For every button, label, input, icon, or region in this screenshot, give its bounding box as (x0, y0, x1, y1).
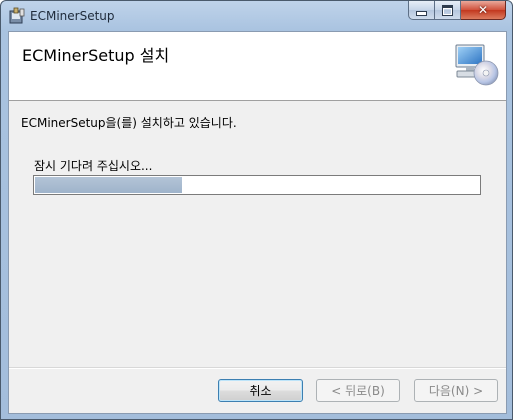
installer-app-icon (9, 7, 25, 24)
computer-cd-icon (455, 44, 499, 86)
close-button[interactable]: ✕ (461, 1, 506, 20)
install-progress-bar (33, 175, 481, 195)
footer-divider (9, 367, 506, 369)
minimize-button[interactable] (408, 1, 435, 20)
page-title: ECMinerSetup 설치 (22, 46, 170, 65)
caption-buttons: ✕ (408, 1, 506, 21)
wait-message: 잠시 기다려 주십시오... (34, 159, 153, 173)
window-title: ECMinerSetup (30, 9, 115, 23)
next-button[interactable]: 다음(N) > (414, 379, 498, 402)
progress-fill (35, 177, 182, 193)
title-bar[interactable]: ECMinerSetup ✕ (1, 1, 512, 31)
installer-window: ECMinerSetup ✕ ECMinerSetup 설치 ECMinerSe… (0, 0, 513, 420)
dialog-header: ECMinerSetup 설치 (9, 32, 506, 101)
maximize-icon (442, 4, 453, 16)
cancel-button[interactable]: 취소 (218, 379, 303, 402)
install-status-text: ECMinerSetup을(를) 설치하고 있습니다. (21, 116, 237, 130)
maximize-button[interactable] (435, 1, 461, 20)
close-icon: ✕ (477, 3, 489, 17)
minimize-icon (416, 10, 427, 16)
back-button[interactable]: < 뒤로(B) (316, 379, 400, 402)
dialog-client-area: ECMinerSetup 설치 ECMinerSetup을(를) 설치하고 있습… (8, 31, 507, 414)
